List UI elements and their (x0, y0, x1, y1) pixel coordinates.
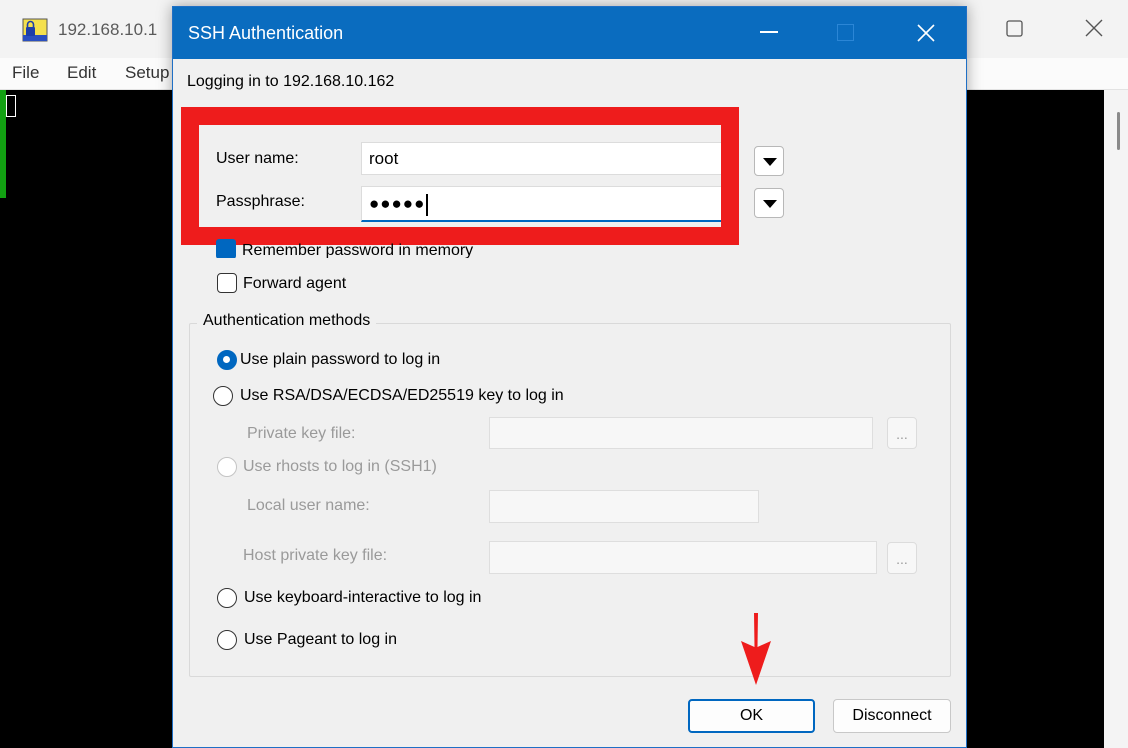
private-key-file-label: Private key file: (247, 425, 356, 442)
remember-password-row[interactable]: Remember password in memory (216, 236, 516, 258)
username-dropdown-button[interactable] (754, 146, 784, 176)
forward-agent-checkbox[interactable] (217, 273, 237, 293)
login-target-text: Logging in to 192.168.10.162 (187, 73, 395, 90)
ok-button[interactable]: OK (688, 699, 815, 733)
red-highlight-box (181, 107, 739, 245)
menu-file[interactable]: File (12, 63, 39, 83)
private-key-file-field (489, 417, 873, 449)
local-user-name-label: Local user name: (247, 497, 370, 514)
plain-password-radio[interactable] (217, 350, 237, 370)
rsa-key-label: Use RSA/DSA/ECDSA/ED25519 key to log in (240, 387, 564, 404)
chevron-down-icon (763, 158, 777, 166)
private-key-browse-button: ... (887, 417, 917, 449)
background-window-title: 192.168.10.1 (58, 20, 158, 39)
remember-password-checkbox[interactable] (216, 239, 236, 258)
host-private-key-file-label: Host private key file: (243, 547, 388, 564)
close-icon[interactable] (915, 22, 937, 44)
maximize-icon[interactable] (1004, 18, 1026, 40)
chevron-down-icon (763, 200, 777, 208)
disconnect-button[interactable]: Disconnect (833, 699, 951, 733)
ssh-authentication-dialog: SSH Authentication Logging in to 192.168… (172, 6, 967, 748)
terminal-cursor (6, 95, 16, 117)
remember-password-label: Remember password in memory (242, 242, 474, 258)
minimize-icon[interactable] (760, 31, 778, 33)
scrollbar-thumb[interactable] (1117, 112, 1120, 150)
maximize-icon (837, 24, 854, 41)
red-arrow-annotation (741, 613, 771, 685)
plain-password-label: Use plain password to log in (240, 351, 441, 368)
rhosts-label: Use rhosts to log in (SSH1) (243, 458, 437, 475)
menu-edit[interactable]: Edit (67, 63, 96, 83)
dialog-title: SSH Authentication (188, 23, 344, 43)
local-user-name-field (489, 490, 759, 523)
dialog-titlebar: SSH Authentication (173, 7, 966, 59)
pageant-radio[interactable] (217, 630, 237, 650)
close-icon[interactable] (1082, 16, 1106, 40)
rhosts-radio (217, 457, 237, 477)
menu-setup[interactable]: Setup (125, 63, 169, 83)
authentication-methods-legend: Authentication methods (197, 312, 377, 330)
forward-agent-label: Forward agent (243, 275, 347, 292)
pageant-label: Use Pageant to log in (244, 631, 397, 648)
terminal-scrollbar[interactable] (1104, 90, 1128, 748)
teraterm-app-icon (22, 18, 48, 42)
host-private-key-file-field (489, 541, 877, 574)
rsa-key-radio[interactable] (213, 386, 233, 406)
keyboard-interactive-radio[interactable] (217, 588, 237, 608)
keyboard-interactive-label: Use keyboard-interactive to log in (244, 589, 482, 606)
host-key-browse-button: ... (887, 542, 917, 574)
passphrase-dropdown-button[interactable] (754, 188, 784, 218)
